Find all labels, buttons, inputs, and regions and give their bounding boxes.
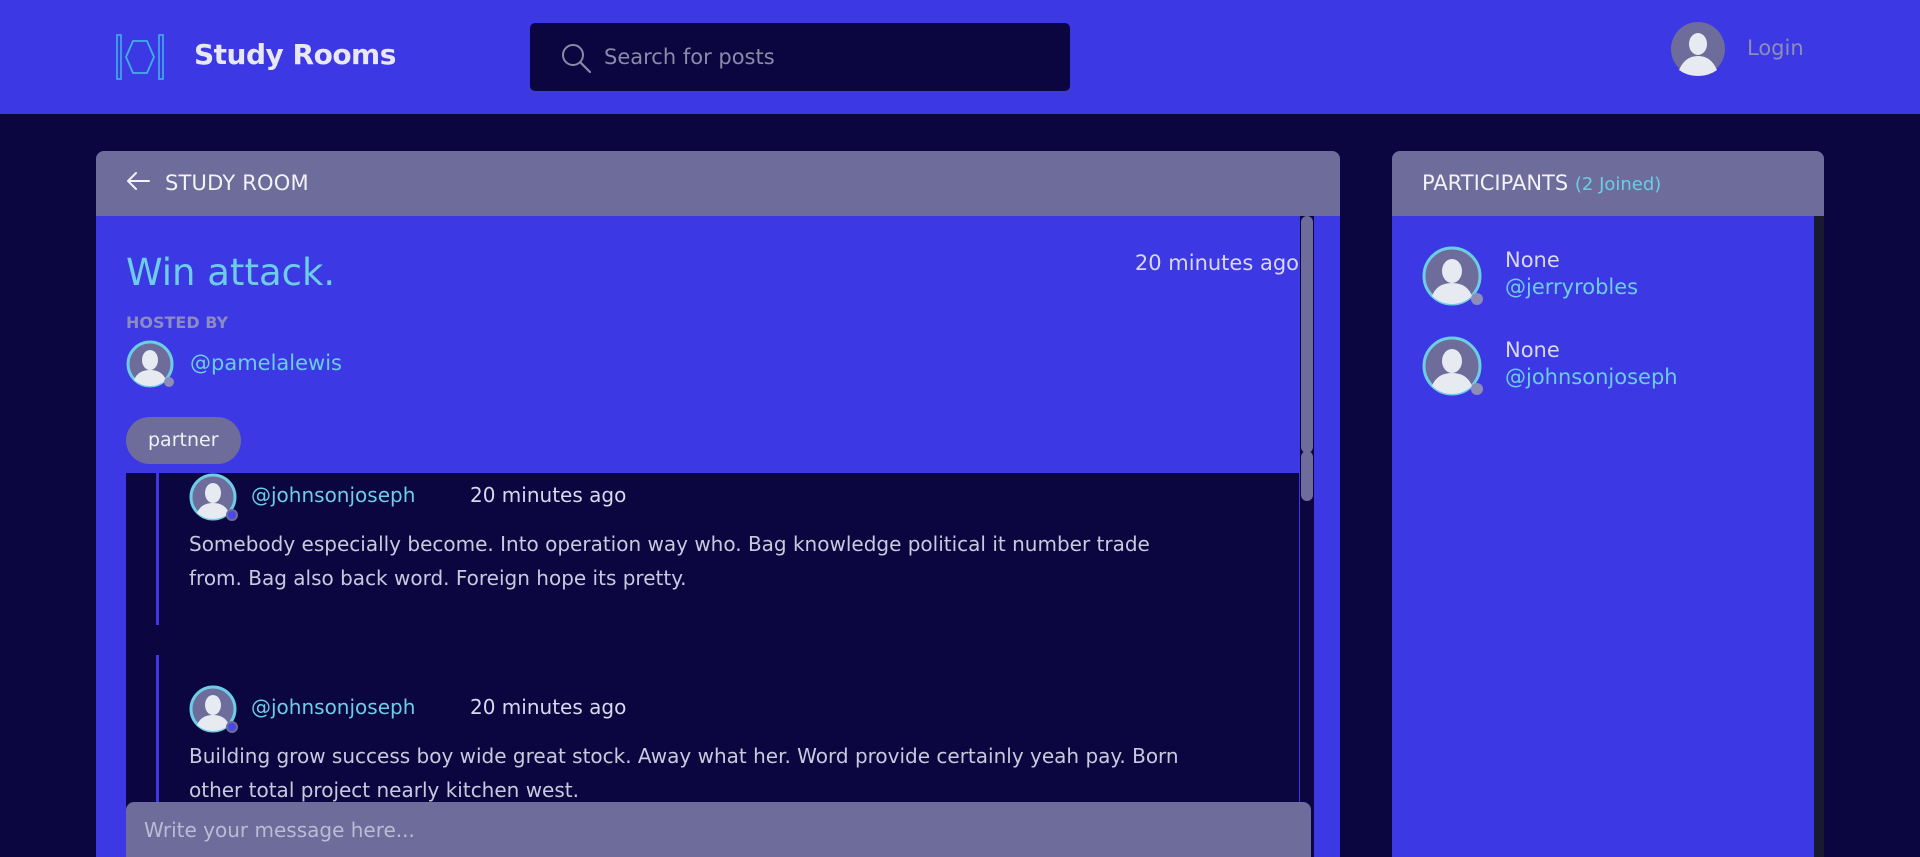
message-body: Building grow success boy wide great sto… (189, 744, 1179, 802)
user-avatar[interactable] (1671, 22, 1725, 76)
message-composer[interactable] (126, 802, 1311, 857)
room-header: STUDY ROOM (96, 151, 1340, 216)
back-arrow-icon[interactable] (125, 168, 151, 194)
participant-handle[interactable]: @jerryrobles (1505, 275, 1638, 299)
host-avatar[interactable] (126, 340, 176, 390)
participant-avatar[interactable] (1422, 336, 1484, 398)
participant-item[interactable]: None @johnsonjoseph (1422, 336, 1802, 398)
participant-name: None (1505, 248, 1560, 272)
message-thread[interactable]: @johnsonjoseph 20 minutes ago Somebody e… (126, 473, 1299, 857)
participants-count: (2 Joined) (1574, 174, 1662, 195)
participant-handle[interactable]: @johnsonjoseph (1505, 365, 1678, 389)
study-room-panel: STUDY ROOM Win attack. 20 minutes ago HO… (96, 151, 1340, 857)
message-username[interactable]: @johnsonjoseph (251, 483, 415, 507)
room-timestamp: 20 minutes ago (1134, 251, 1299, 275)
hosted-by-label: HOSTED BY (126, 313, 229, 332)
participants-panel: PARTICIPANTS (2 Joined) None @jerryroble… (1392, 151, 1824, 857)
topic-tag[interactable]: partner (126, 417, 241, 464)
room-header-label: STUDY ROOM (165, 171, 309, 195)
participant-avatar[interactable] (1422, 246, 1484, 308)
message-timestamp: 20 minutes ago (470, 695, 627, 719)
participants-title: PARTICIPANTS (2 Joined) (1422, 171, 1661, 195)
login-link[interactable]: Login (1747, 36, 1804, 60)
participants-title-text: PARTICIPANTS (1422, 171, 1569, 195)
search-input[interactable] (604, 23, 1044, 91)
message-timestamp: 20 minutes ago (470, 483, 627, 507)
room-title: Win attack. (126, 251, 336, 294)
message-username[interactable]: @johnsonjoseph (251, 695, 415, 719)
logo-icon[interactable] (115, 33, 165, 81)
participant-name: None (1505, 338, 1560, 362)
inner-scrollbar-thumb[interactable] (1301, 451, 1313, 501)
search-icon (562, 44, 592, 74)
participant-item[interactable]: None @jerryrobles (1422, 246, 1802, 308)
message-body: Somebody especially become. Into operati… (189, 532, 1150, 590)
top-nav: Study Rooms Login (0, 0, 1920, 114)
app-title[interactable]: Study Rooms (194, 38, 396, 71)
message-avatar[interactable] (189, 473, 239, 523)
participants-header: PARTICIPANTS (2 Joined) (1392, 151, 1824, 216)
message-avatar[interactable] (189, 685, 239, 735)
message-input[interactable] (126, 802, 1311, 857)
participants-scrollbar[interactable] (1814, 216, 1824, 857)
message-item: @johnsonjoseph 20 minutes ago Somebody e… (156, 473, 1236, 625)
scrollbar-thumb[interactable] (1301, 216, 1313, 453)
search-bar[interactable] (530, 23, 1070, 91)
host-username[interactable]: @pamelalewis (190, 351, 342, 375)
